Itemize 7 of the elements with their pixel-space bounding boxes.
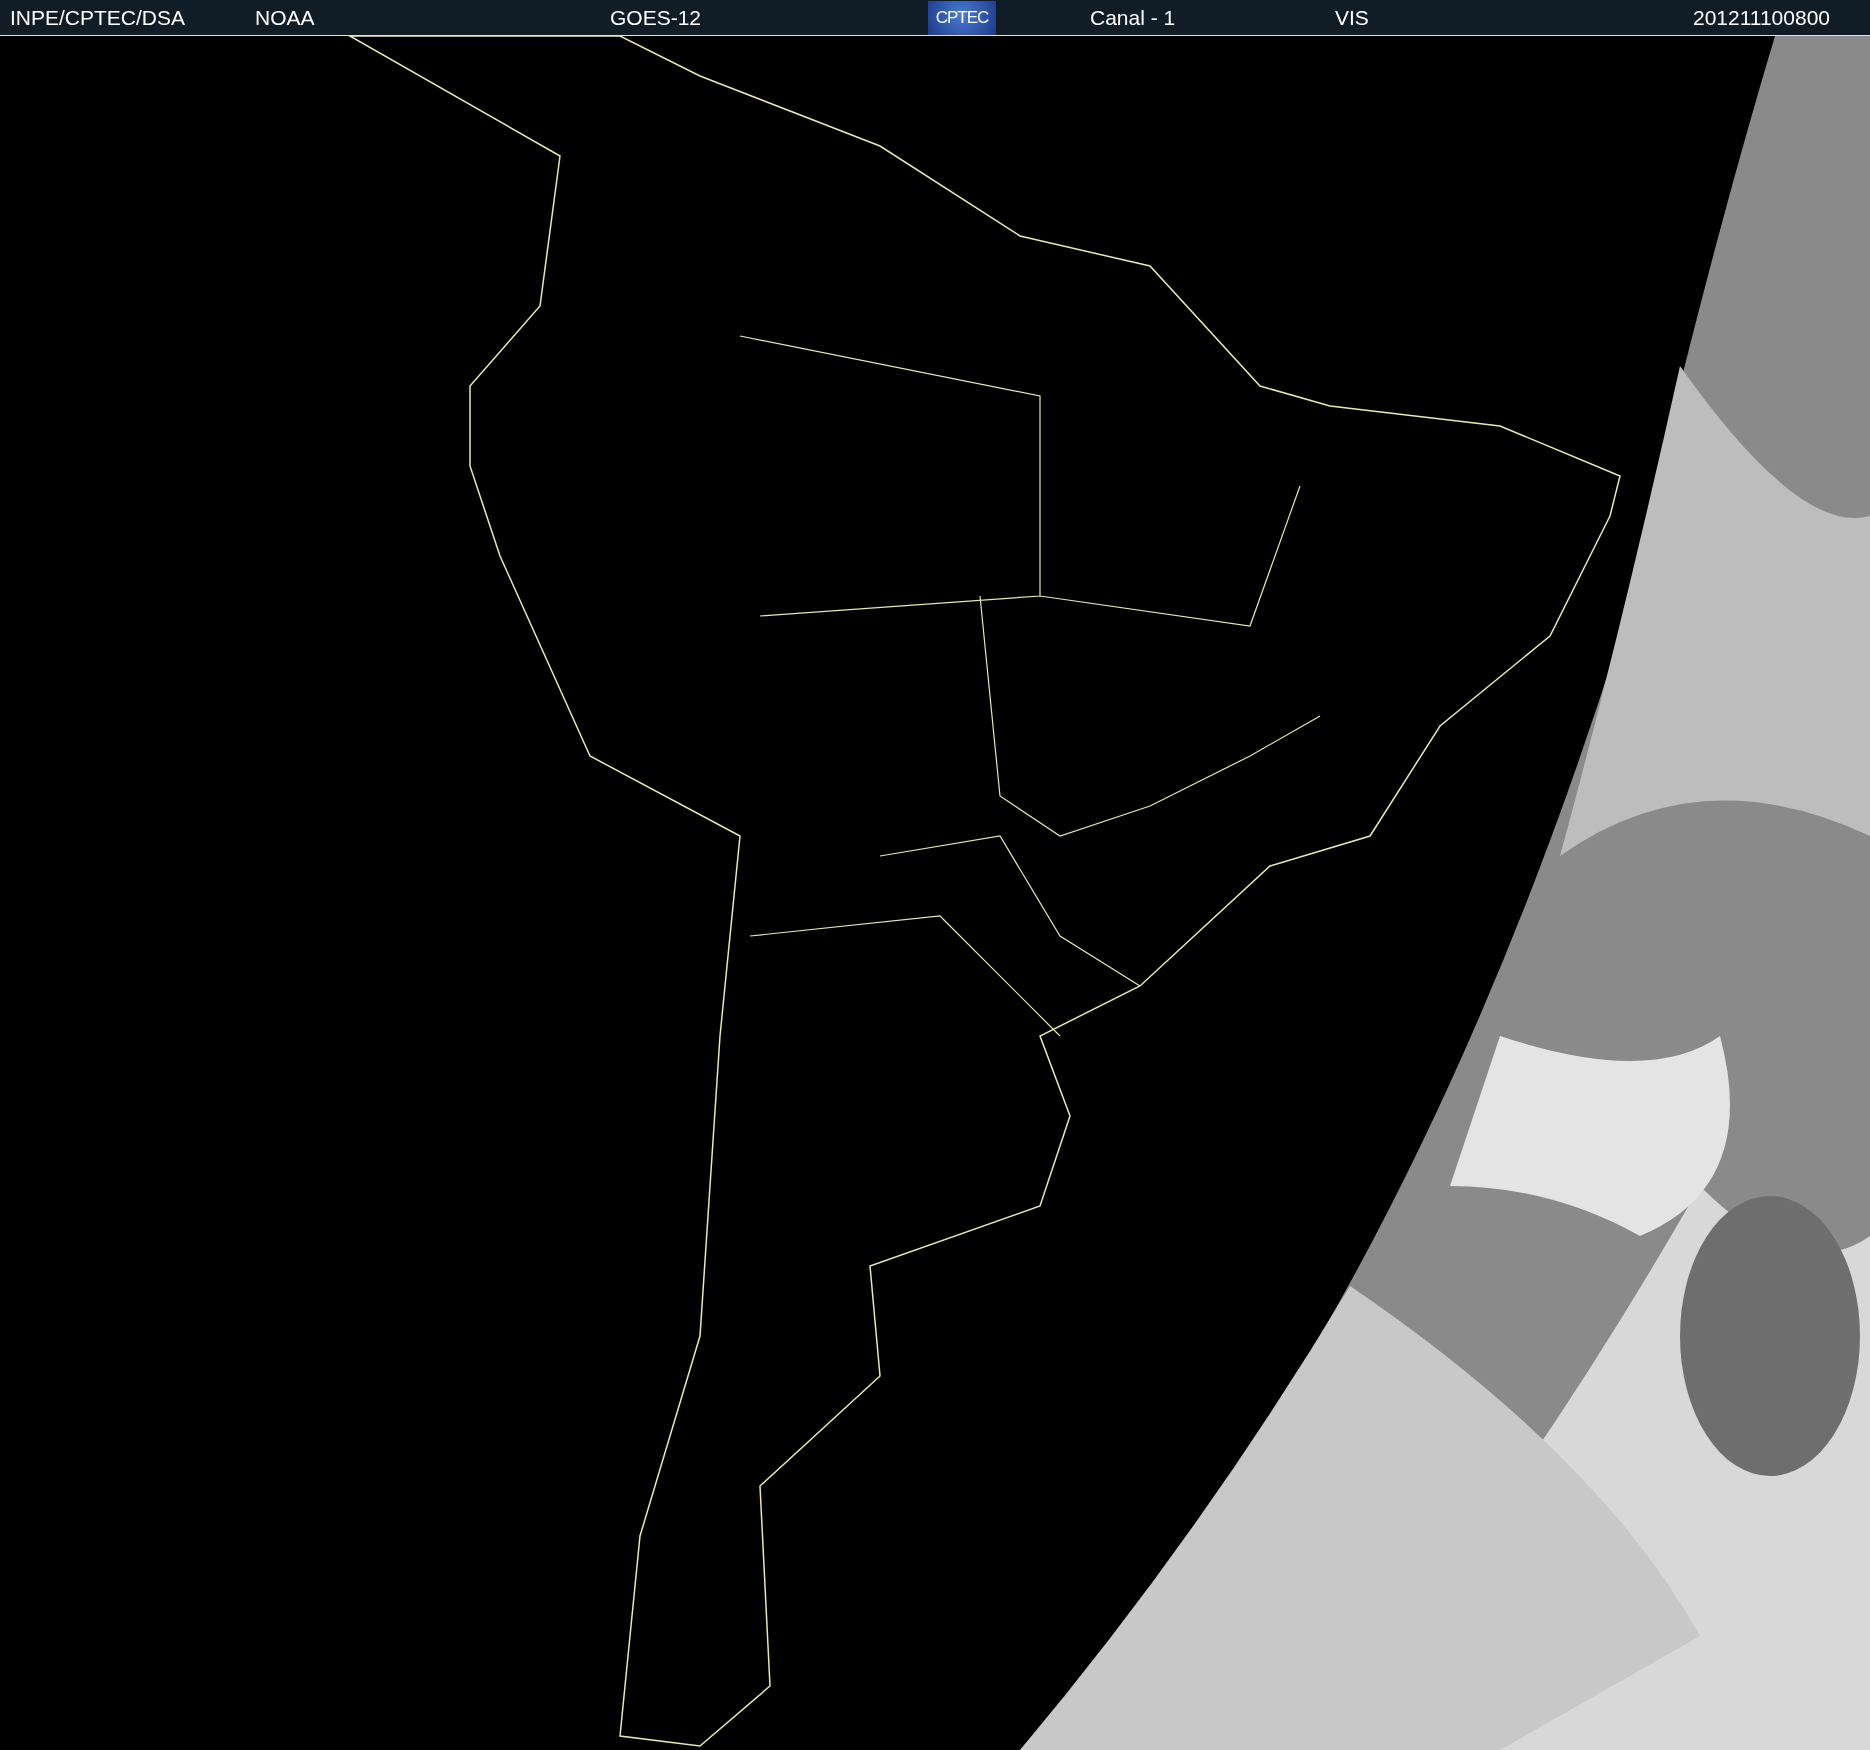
header-label: VIS	[1335, 5, 1369, 30]
header-label: GOES-12	[610, 5, 703, 30]
header-label: NOAA	[255, 5, 316, 30]
header-label: INPE/CPTEC/DSA	[10, 5, 187, 30]
logo: CPTEC	[928, 0, 996, 35]
header-label: 201211100800	[1692, 5, 1830, 30]
header-label: Canal - 1	[1090, 5, 1177, 30]
